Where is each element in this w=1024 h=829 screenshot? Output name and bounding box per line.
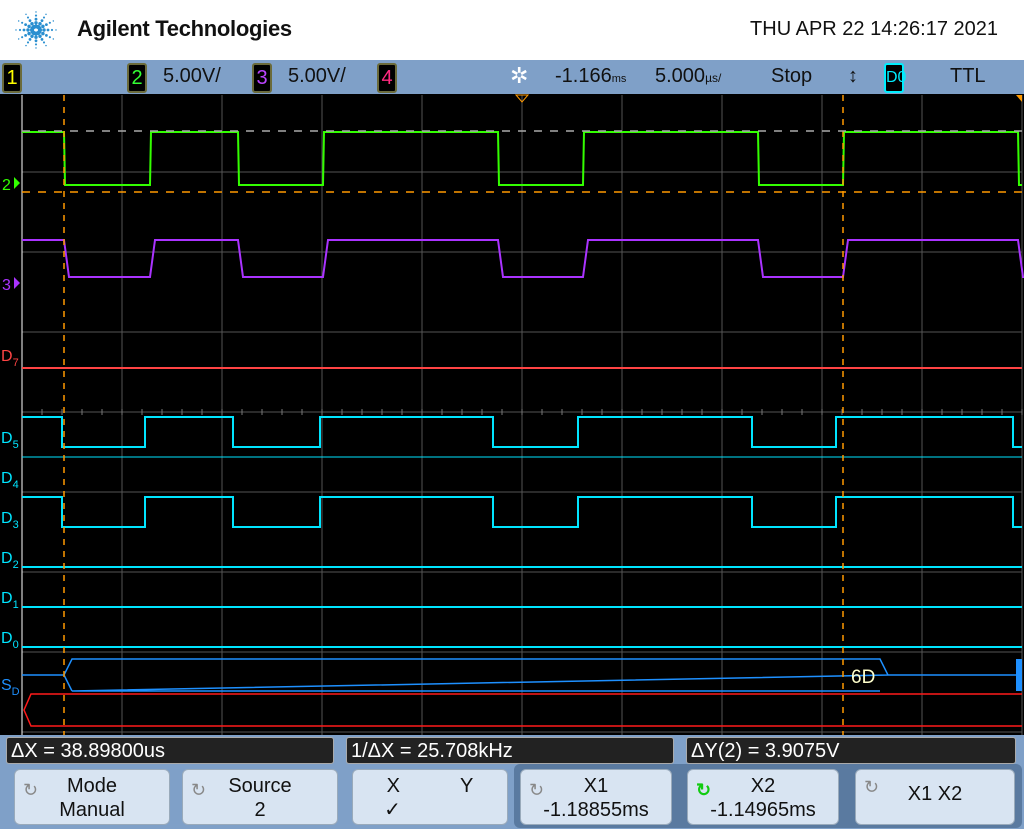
channel-2-button[interactable]: 2	[127, 63, 147, 93]
knob-icon: ↻	[529, 780, 545, 800]
x1x2-softkey[interactable]: ↻ X1 X2	[855, 769, 1015, 825]
softkey-title: X1 X2	[907, 783, 963, 805]
timebase-unit: µs/	[705, 71, 722, 85]
softkey-title: Mode	[66, 775, 118, 797]
channel-1-button[interactable]: 1	[2, 63, 22, 93]
channel-2-label: 2	[2, 177, 11, 194]
d4-label: D4	[1, 470, 19, 491]
threshold-value: TTL	[950, 65, 986, 87]
timebase-value: 5.000µs/	[655, 65, 721, 88]
timebase-number: 5.000	[655, 65, 706, 87]
delay-number: -1.166	[555, 65, 612, 87]
channel-4-button[interactable]: 4	[377, 63, 397, 93]
acquire-icon: ✲	[510, 63, 529, 88]
decode-value: 6D	[851, 667, 875, 688]
agilent-logo	[15, 11, 57, 49]
channel-3-button[interactable]: 3	[252, 63, 272, 93]
x2-softkey[interactable]: ↻ X2 -1.14965ms	[687, 769, 839, 825]
serial-overflow-marker	[1016, 659, 1022, 691]
d3-label: D3	[1, 510, 19, 531]
datetime: THU APR 22 14:26:17 2021	[750, 18, 998, 40]
delta-y-readout: ΔY(2) = 3.9075V	[686, 737, 1016, 764]
x2-cursor-marker	[1016, 95, 1022, 102]
run-state: Stop	[771, 65, 813, 87]
serial-bus-label: SD	[1, 677, 20, 698]
inverse-delta-x-readout: 1/ΔX = 25.708kHz	[346, 737, 674, 764]
status-bar: 1 2 5.00V/ 3 5.00V/ 4 ✲ -1.166ms 5.000µs…	[0, 60, 1024, 94]
check-icon: ✓	[384, 799, 401, 821]
mode-softkey[interactable]: ↻ Mode Manual	[14, 769, 170, 825]
d2-label: D2	[1, 550, 19, 571]
d1-label: D1	[1, 590, 19, 611]
knob-icon: ↻	[864, 777, 880, 797]
softkey-title: Source	[228, 775, 292, 797]
channel-2-scale: 5.00V/	[163, 65, 221, 87]
channel-3-scale: 5.00V/	[288, 65, 346, 87]
source-softkey[interactable]: ↻ Source 2	[182, 769, 338, 825]
knob-icon: ↻	[23, 780, 39, 800]
waveform-display: 2 3 D7 D5 D4 D3 D2 D1 D0 SD 6D	[0, 94, 1024, 735]
header: Agilent Technologies THU APR 22 14:26:17…	[0, 0, 1024, 60]
channel-3-ground-icon	[14, 277, 20, 289]
delay-unit: ms	[611, 73, 627, 85]
x-option: X	[386, 775, 400, 797]
updown-arrow-icon: ↕	[848, 65, 858, 87]
softkey-value: 2	[254, 799, 266, 821]
delay-value: -1.166ms	[555, 65, 626, 88]
channel-2-ground-icon	[14, 177, 20, 189]
knob-active-icon: ↻	[696, 780, 712, 800]
d7-label: D7	[1, 348, 19, 369]
softkey-title: XY	[353, 774, 507, 798]
d0-label: D0	[1, 630, 19, 651]
x1-softkey[interactable]: ↻ X1 -1.18855ms	[520, 769, 672, 825]
brand-name: Agilent Technologies	[77, 16, 292, 41]
d5-label: D5	[1, 430, 19, 451]
waveform-canvas: 2 3 D7 D5 D4 D3 D2 D1 D0 SD 6D	[1, 94, 1024, 735]
channel-3-label: 3	[2, 277, 11, 294]
measurement-panel: ΔX = 38.89800us 1/ΔX = 25.708kHz ΔY(2) =…	[0, 735, 1024, 829]
softkey-value: Manual	[59, 799, 125, 821]
xy-softkey[interactable]: X Y ✓	[352, 769, 508, 825]
knob-icon: ↻	[191, 780, 207, 800]
serial-bus-lower-trace	[23, 693, 1022, 727]
y-option: Y	[460, 775, 474, 797]
digital-button[interactable]: D0	[884, 63, 906, 93]
delta-x-readout: ΔX = 38.89800us	[6, 737, 334, 764]
